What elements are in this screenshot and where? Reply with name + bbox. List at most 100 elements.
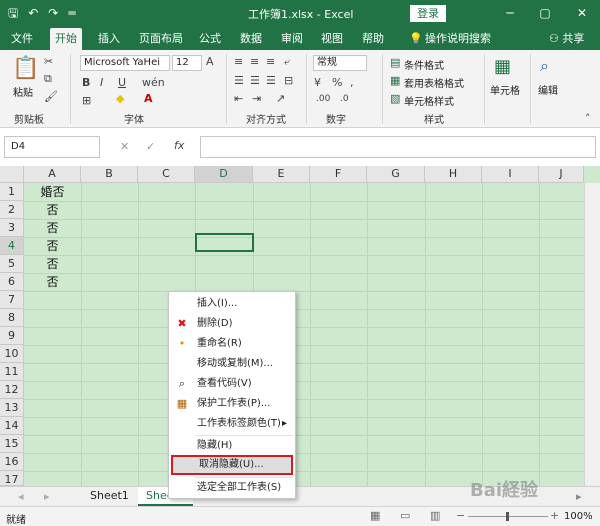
row-header[interactable]: 15 xyxy=(0,435,24,453)
login-button[interactable]: 登录 xyxy=(410,5,446,22)
cell-styles-button[interactable]: 单元格样式 xyxy=(404,93,454,108)
menu-item-insert[interactable]: 插入(I)... xyxy=(169,294,295,314)
insert-function-icon[interactable]: fx xyxy=(174,139,184,152)
row-header[interactable]: 2 xyxy=(0,201,24,219)
align-left-icon[interactable]: ☰ xyxy=(234,74,244,87)
font-color-icon[interactable]: A xyxy=(144,92,153,105)
column-header-e[interactable]: E xyxy=(253,166,310,183)
row-header[interactable]: 8 xyxy=(0,309,24,327)
row-header[interactable]: 3 xyxy=(0,219,24,237)
cell-a6[interactable]: 否 xyxy=(24,273,81,291)
row-header[interactable]: 10 xyxy=(0,345,24,363)
restore-button[interactable]: ▢ xyxy=(535,4,555,22)
align-bottom-icon[interactable]: ≡ xyxy=(266,55,275,68)
hscroll-right-icon[interactable]: ▸ xyxy=(576,490,582,503)
row-header[interactable]: 5 xyxy=(0,255,24,273)
cancel-icon[interactable]: ✕ xyxy=(120,140,129,153)
tab-help[interactable]: 帮助 xyxy=(357,28,389,50)
conditional-formatting-button[interactable]: 条件格式 xyxy=(404,57,444,72)
cells-button[interactable]: 单元格 xyxy=(490,82,520,97)
column-header-c[interactable]: C xyxy=(138,166,195,183)
column-header-a[interactable]: A xyxy=(24,166,81,183)
cell-a5[interactable]: 否 xyxy=(24,255,81,273)
name-box[interactable]: D4 xyxy=(4,136,100,158)
bold-icon[interactable]: B xyxy=(82,76,90,89)
fill-color-icon[interactable]: ◆ xyxy=(116,92,124,105)
share-button[interactable]: ⚇ 共享 xyxy=(544,28,589,50)
row-header[interactable]: 16 xyxy=(0,453,24,471)
page-break-view-icon[interactable]: ▥ xyxy=(430,509,440,522)
row-header[interactable]: 12 xyxy=(0,381,24,399)
column-header-b[interactable]: B xyxy=(81,166,138,183)
select-all-corner[interactable] xyxy=(0,166,24,183)
align-top-icon[interactable]: ≡ xyxy=(234,55,243,68)
align-center-icon[interactable]: ☰ xyxy=(250,74,260,87)
save-icon[interactable]: 🖫 xyxy=(8,5,18,21)
currency-icon[interactable]: ¥ xyxy=(314,76,321,89)
menu-item-unhide[interactable]: 取消隐藏(U)... xyxy=(171,455,293,475)
menu-item-tab-color[interactable]: 工作表标签颜色(T) ▸ xyxy=(169,414,295,434)
row-header[interactable]: 11 xyxy=(0,363,24,381)
prev-sheet-icon[interactable]: ◂ xyxy=(18,490,24,503)
zoom-in-button[interactable]: + xyxy=(550,509,559,522)
undo-icon[interactable]: ↶ xyxy=(28,5,38,21)
paste-icon[interactable]: 📋 xyxy=(12,56,39,81)
tab-data[interactable]: 数据 xyxy=(235,28,267,50)
cell-a1[interactable]: 婚否 xyxy=(24,183,81,201)
row-header[interactable]: 1 xyxy=(0,183,24,201)
zoom-level[interactable]: 100% xyxy=(564,511,593,522)
menu-item-rename[interactable]: • 重命名(R) xyxy=(169,334,295,354)
format-as-table-button[interactable]: 套用表格格式 xyxy=(404,75,464,90)
border-icon[interactable]: ⊞ xyxy=(82,94,91,107)
minimize-button[interactable]: ─ xyxy=(500,4,520,22)
menu-item-hide[interactable]: 隐藏(H) xyxy=(169,436,295,456)
percent-icon[interactable]: % xyxy=(332,76,342,89)
close-button[interactable]: ✕ xyxy=(572,4,592,22)
cut-icon[interactable]: ✂ xyxy=(44,55,53,68)
cell-a4[interactable]: 否 xyxy=(24,237,81,255)
enter-icon[interactable]: ✓ xyxy=(146,140,155,153)
active-cell-d4[interactable] xyxy=(195,233,254,252)
worksheet-grid[interactable]: A B C D E F G H I J 1 2 3 4 5 6 7 8 9 10… xyxy=(0,166,600,486)
align-right-icon[interactable]: ☰ xyxy=(266,74,276,87)
increase-indent-icon[interactable]: ⇥ xyxy=(252,92,261,105)
column-header-g[interactable]: G xyxy=(367,166,425,183)
column-header-i[interactable]: I xyxy=(482,166,539,183)
italic-icon[interactable]: I xyxy=(100,76,103,89)
wrap-text-icon[interactable]: ⤶ xyxy=(284,55,290,69)
menu-item-select-all-sheets[interactable]: 选定全部工作表(S) xyxy=(169,478,295,498)
tab-review[interactable]: 审阅 xyxy=(276,28,308,50)
customize-qat-icon[interactable]: ═ xyxy=(68,5,75,21)
paste-button[interactable]: 粘贴 xyxy=(13,84,33,99)
page-layout-view-icon[interactable]: ▭ xyxy=(400,509,410,522)
number-format-select[interactable]: 常规 xyxy=(313,55,367,71)
row-header[interactable]: 14 xyxy=(0,417,24,435)
align-middle-icon[interactable]: ≡ xyxy=(250,55,259,68)
column-header-h[interactable]: H xyxy=(425,166,482,183)
next-sheet-icon[interactable]: ▸ xyxy=(44,490,50,503)
tab-home[interactable]: 开始 xyxy=(50,28,82,50)
row-header[interactable]: 17 xyxy=(0,471,24,486)
tell-me-search[interactable]: 操作说明搜索 xyxy=(420,28,496,50)
vertical-scrollbar[interactable] xyxy=(584,183,600,486)
editing-button[interactable]: 编辑 xyxy=(538,82,558,97)
menu-item-delete[interactable]: ✖ 删除(D) xyxy=(169,314,295,334)
menu-item-protect-sheet[interactable]: ▦ 保护工作表(P)... xyxy=(169,394,295,414)
decrease-indent-icon[interactable]: ⇤ xyxy=(234,92,243,105)
menu-item-view-code[interactable]: ⌕ 查看代码(V) xyxy=(169,374,295,394)
row-header[interactable]: 4 xyxy=(0,237,24,255)
normal-view-icon[interactable]: ▦ xyxy=(370,509,380,522)
cell-a3[interactable]: 否 xyxy=(24,219,81,237)
comma-style-icon[interactable]: , xyxy=(350,76,354,89)
tab-formulas[interactable]: 公式 xyxy=(194,28,226,50)
font-size-select[interactable]: 12 xyxy=(172,55,202,71)
orientation-icon[interactable]: ↗ xyxy=(276,92,285,105)
formula-input[interactable] xyxy=(200,136,596,158)
row-header[interactable]: 9 xyxy=(0,327,24,345)
row-header[interactable]: 7 xyxy=(0,291,24,309)
grow-font-icon[interactable]: A xyxy=(206,55,214,68)
increase-decimal-icon[interactable]: .00 xyxy=(316,94,330,104)
row-header[interactable]: 13 xyxy=(0,399,24,417)
column-header-f[interactable]: F xyxy=(310,166,367,183)
zoom-out-button[interactable]: − xyxy=(456,509,465,522)
